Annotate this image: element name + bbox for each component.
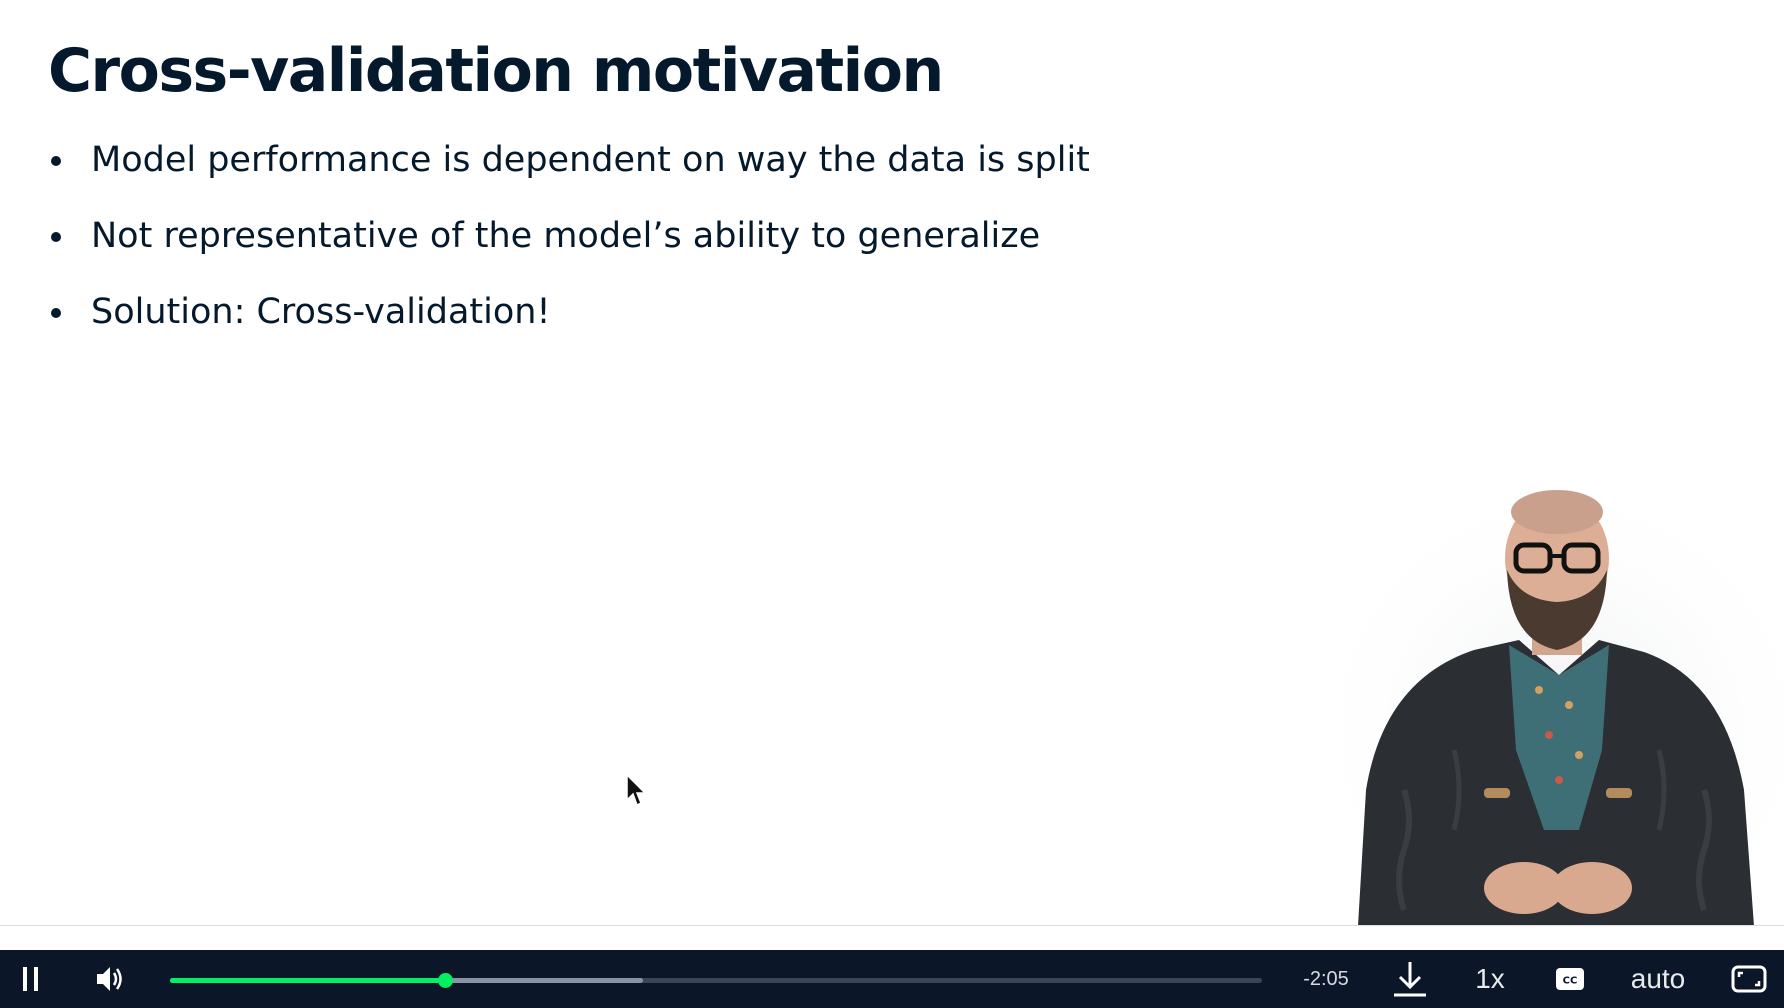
volume-icon [97, 967, 122, 991]
fullscreen-icon [1731, 965, 1767, 993]
slide-divider [0, 925, 1784, 926]
closed-captions-icon: CC [1556, 968, 1584, 990]
time-remaining: -2:05 [1303, 967, 1349, 990]
seek-bar[interactable] [170, 973, 1262, 988]
bullet-text: Solution: Cross-validation! [91, 292, 551, 332]
slide: Cross-validation motivation Model perfor… [0, 0, 1784, 926]
seek-handle[interactable] [438, 973, 454, 988]
volume-button[interactable] [90, 950, 130, 1008]
slide-title: Cross-validation motivation [48, 36, 944, 106]
pause-icon [23, 967, 38, 991]
bullet-dot-icon [51, 232, 61, 242]
bullet-dot-icon [51, 308, 61, 318]
bullet-text: Model performance is dependent on way th… [91, 140, 1090, 180]
svg-text:CC: CC [1563, 976, 1578, 987]
bullet-text: Not representative of the model’s abilit… [91, 216, 1041, 256]
presenter-video [1344, 490, 1784, 926]
fullscreen-button[interactable] [1730, 950, 1768, 1008]
bullet-item: Model performance is dependent on way th… [48, 136, 1090, 212]
download-icon [1394, 962, 1426, 997]
quality-button[interactable]: auto [1624, 950, 1692, 1008]
bullet-item: Not representative of the model’s abilit… [48, 212, 1090, 288]
pause-button[interactable] [12, 950, 50, 1008]
captions-button[interactable]: CC [1552, 950, 1588, 1008]
playback-speed-button[interactable]: 1x [1468, 950, 1512, 1008]
download-button[interactable] [1390, 950, 1430, 1008]
mouse-cursor-icon [626, 774, 647, 807]
video-player-controls: -2:05 1x CC auto [0, 950, 1784, 1008]
bullet-dot-icon [51, 156, 61, 166]
bullet-item: Solution: Cross-validation! [48, 288, 1090, 364]
bullet-list: Model performance is dependent on way th… [48, 136, 1090, 364]
played-bar [170, 978, 446, 983]
